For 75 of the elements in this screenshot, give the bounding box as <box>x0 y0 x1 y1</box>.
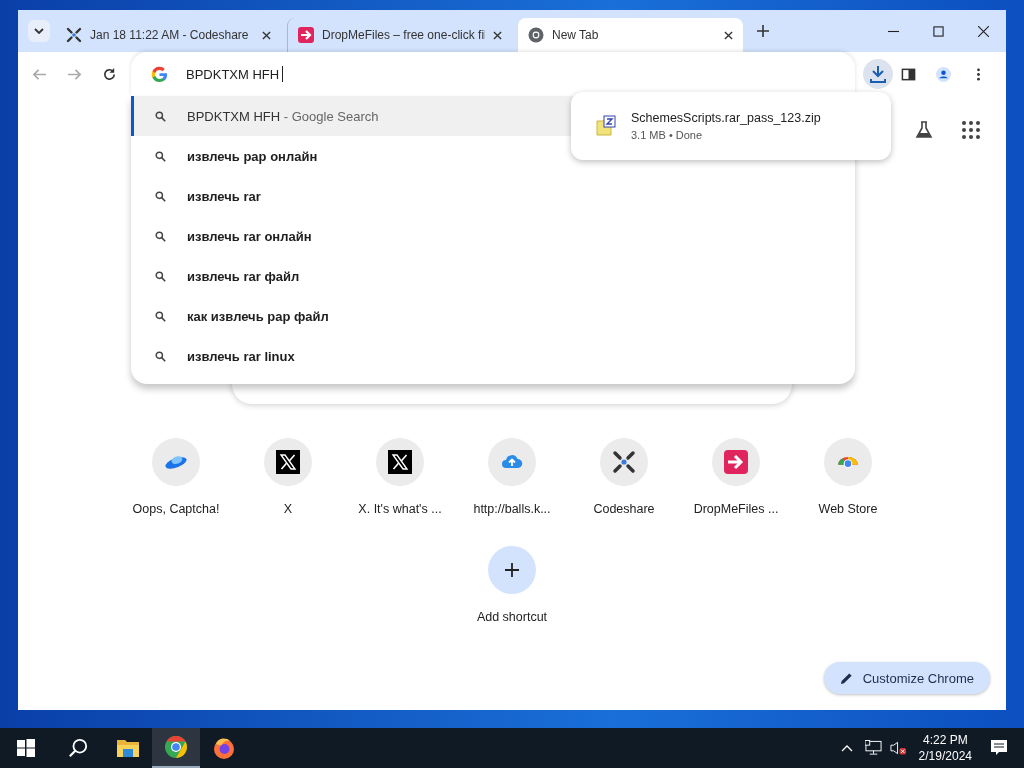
maximize-icon[interactable] <box>933 25 944 37</box>
address-input[interactable]: BPDKTXM HFH <box>186 66 282 82</box>
search-icon <box>155 350 166 362</box>
plus-icon <box>505 563 519 577</box>
suggestion-item[interactable]: извлечь rar linux <box>131 336 855 376</box>
cross-dots-icon <box>612 450 636 474</box>
x-logo-icon <box>388 450 412 474</box>
add-shortcut-button[interactable]: Add shortcut <box>456 546 568 624</box>
firefox-icon <box>212 736 236 760</box>
shortcut-label: DropMeFiles ... <box>693 502 779 516</box>
browser-tab[interactable]: New Tab <box>518 18 743 52</box>
shortcut-tile[interactable]: http://balls.k... <box>456 438 568 516</box>
side-panel-icon[interactable] <box>901 66 916 82</box>
reload-icon[interactable] <box>102 66 117 82</box>
tab-title: Jan 18 11:22 AM - Codeshare <box>90 28 250 42</box>
volume-muted-icon[interactable] <box>889 740 907 756</box>
close-icon[interactable] <box>978 25 989 37</box>
chrome-icon <box>528 27 544 43</box>
search-icon <box>155 310 166 322</box>
close-icon[interactable] <box>493 30 502 40</box>
close-icon[interactable] <box>262 30 271 40</box>
tab-search-button[interactable] <box>28 20 50 42</box>
customize-chrome-button[interactable]: Customize Chrome <box>823 662 990 694</box>
rainbow-arc-icon <box>838 456 858 468</box>
notifications-icon[interactable] <box>990 739 1008 757</box>
suggestion-item[interactable]: извлечь rar файл <box>131 256 855 296</box>
clock-time: 4:22 PM <box>922 733 968 747</box>
shortcut-label: X. It's what's ... <box>358 502 442 516</box>
shortcut-tile[interactable]: Web Store <box>792 438 904 516</box>
arrow-square-icon <box>298 27 314 43</box>
download-filename[interactable]: SchemesScripts.rar_pass_123.zip <box>631 111 821 125</box>
tab-title: New Tab <box>552 28 600 42</box>
shortcut-label: Codeshare <box>593 502 655 516</box>
pencil-icon <box>839 671 853 685</box>
tab-title: DropMeFiles – free one-click fil <box>322 28 485 42</box>
suggestion-item[interactable]: извлечь rar <box>131 176 855 216</box>
clock-date: 2/19/2024 <box>918 749 972 763</box>
arrow-square-icon <box>724 450 748 474</box>
shortcut-tile[interactable]: Oops, Captcha! <box>120 438 232 516</box>
shortcut-label: Add shortcut <box>476 610 548 624</box>
search-icon <box>155 190 166 202</box>
close-icon[interactable] <box>724 30 733 40</box>
flask-icon[interactable] <box>914 120 934 140</box>
shortcut-label: X <box>283 502 293 516</box>
taskbar-app[interactable] <box>152 728 200 768</box>
shortcut-tile[interactable]: X <box>232 438 344 516</box>
chevron-up-icon[interactable] <box>840 744 853 752</box>
search-icon[interactable] <box>68 738 88 758</box>
download-icon[interactable] <box>863 59 893 89</box>
suggestion-item[interactable]: извлечь rar онлайн <box>131 216 855 256</box>
x-logo-icon <box>276 450 300 474</box>
cross-dots-icon <box>66 27 82 43</box>
shortcut-label: Web Store <box>818 502 878 516</box>
browser-tab[interactable]: Jan 18 11:22 AM - Codeshare <box>56 18 281 52</box>
shortcut-tile[interactable]: Codeshare <box>568 438 680 516</box>
address-field[interactable]: BPDKTXM HFH <box>131 52 855 96</box>
google-icon <box>151 65 168 83</box>
shortcut-label: Oops, Captcha! <box>132 502 220 516</box>
suggestion-item[interactable]: как извлечь рар файл <box>131 296 855 336</box>
windows-start-icon[interactable] <box>16 738 36 758</box>
search-icon <box>155 230 166 242</box>
search-icon <box>155 110 166 122</box>
shortcut-label: http://balls.k... <box>473 502 551 516</box>
shortcut-tile[interactable]: X. It's what's ... <box>344 438 456 516</box>
chrome-icon <box>164 735 188 759</box>
network-icon[interactable] <box>864 740 882 756</box>
search-icon <box>155 270 166 282</box>
new-tab-icon[interactable] <box>757 25 769 37</box>
profile-icon[interactable] <box>936 66 951 82</box>
search-icon <box>155 150 166 162</box>
apps-grid-icon[interactable] <box>961 120 981 140</box>
shortcut-tile[interactable]: DropMeFiles ... <box>680 438 792 516</box>
archive-file-icon <box>595 115 617 137</box>
taskbar-clock[interactable]: 4:22 PM 2/19/2024 <box>918 733 972 763</box>
chevron-down-icon <box>34 28 44 34</box>
